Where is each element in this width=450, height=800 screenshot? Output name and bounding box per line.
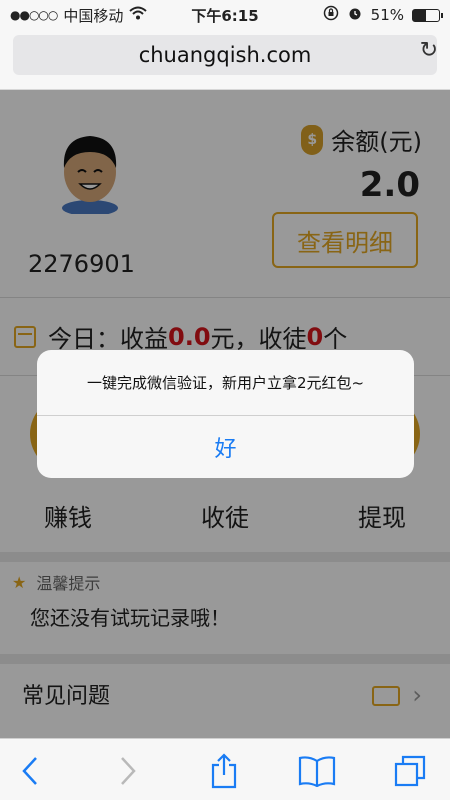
alert-message: 一键完成微信验证，新用户立拿2元红包~	[37, 350, 414, 416]
forward-arrow-icon	[121, 757, 136, 785]
tabs-button[interactable]	[390, 751, 430, 791]
forward-button[interactable]	[108, 751, 148, 791]
back-arrow-icon	[22, 757, 37, 785]
browser-toolbar	[0, 738, 450, 800]
status-bar: ●●○○○ 中国移动 下午6:15 51%	[0, 0, 450, 30]
tabs-icon	[394, 755, 426, 787]
wifi-icon	[129, 6, 148, 24]
share-button[interactable]	[204, 751, 244, 791]
rotation-lock-icon	[323, 5, 339, 25]
url-text: chuangqish.com	[138, 43, 312, 67]
book-icon	[298, 756, 336, 787]
bookmarks-button[interactable]	[297, 751, 337, 791]
alert-dialog: 一键完成微信验证，新用户立拿2元红包~ 好	[37, 350, 414, 478]
back-button[interactable]	[10, 751, 50, 791]
alert-ok-button[interactable]: 好	[37, 416, 414, 478]
reload-icon[interactable]: ↻	[420, 38, 438, 63]
battery-percent: 51%	[370, 6, 404, 24]
alarm-icon	[347, 5, 363, 25]
browser-address-bar: chuangqish.com ↻	[0, 30, 450, 90]
carrier-label: 中国移动	[63, 6, 124, 25]
url-field[interactable]: chuangqish.com	[13, 35, 437, 75]
share-icon	[211, 753, 237, 789]
battery-icon	[412, 8, 443, 22]
signal-icon: ●●○○○	[10, 8, 58, 22]
